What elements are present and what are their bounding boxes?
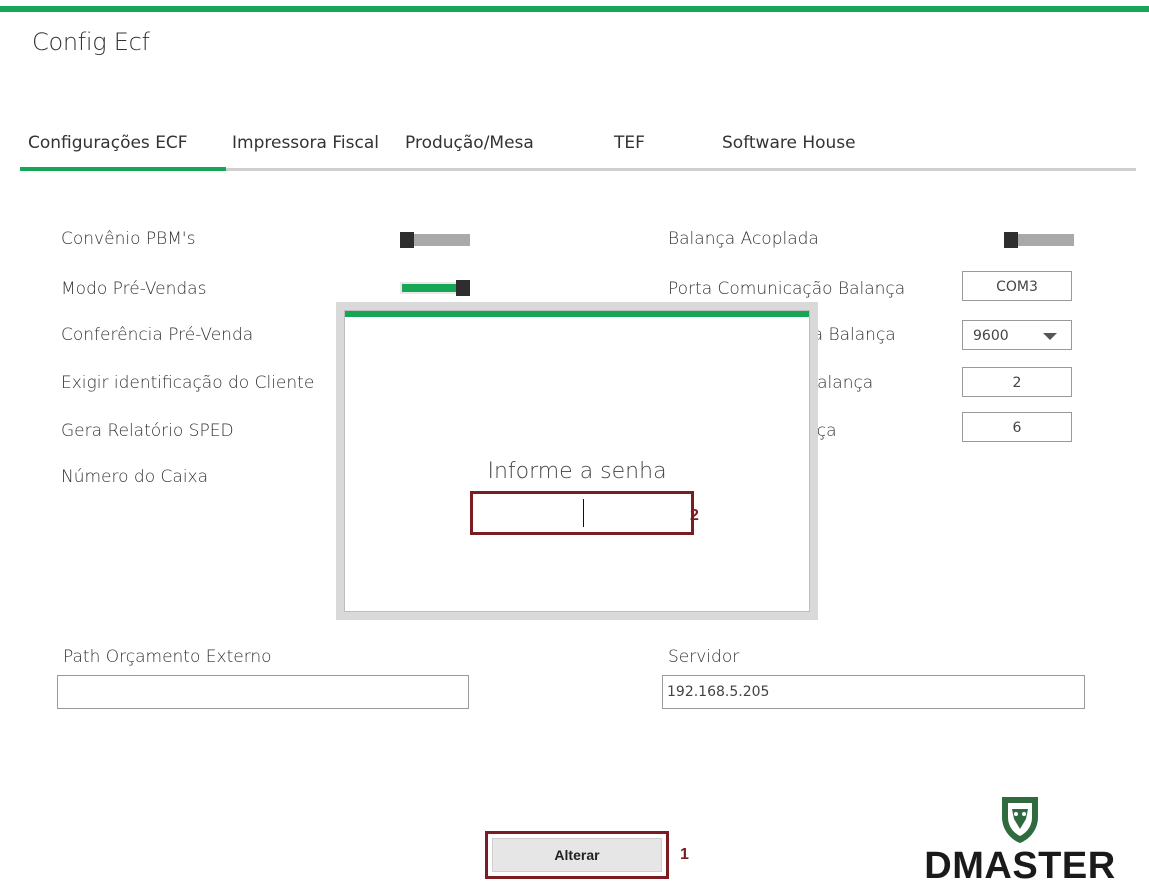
dmaster-logo: DMASTER xyxy=(900,795,1140,895)
toggle-knob xyxy=(1004,232,1018,248)
step-marker-2: 2 xyxy=(690,507,699,524)
toggle-knob xyxy=(400,232,414,248)
porta-comunicacao-label: Porta Comunicação Balança xyxy=(668,279,906,299)
tab-tef[interactable]: TEF xyxy=(614,133,645,153)
toggle-knob xyxy=(456,280,470,296)
path-orcamento-input[interactable] xyxy=(57,675,469,709)
password-prompt: Informe a senha xyxy=(487,459,667,484)
balanca-acoplada-toggle[interactable] xyxy=(1004,232,1074,248)
tab-software-house[interactable]: Software House xyxy=(722,133,856,153)
tab-impressora-fiscal[interactable]: Impressora Fiscal xyxy=(232,133,379,153)
velocidade-porta-select[interactable]: 9600 xyxy=(962,320,1072,350)
step-marker-1: 1 xyxy=(680,846,689,863)
alterar-button[interactable]: Alterar xyxy=(492,838,662,872)
tab-configuracoes-ecf[interactable]: Configurações ECF xyxy=(28,133,188,153)
tab-bar: Configurações ECF Impressora Fiscal Prod… xyxy=(20,128,1136,174)
balanca-field-2-input[interactable]: 2 xyxy=(962,367,1072,397)
alterar-highlight: Alterar xyxy=(485,831,669,879)
tab-producao-mesa[interactable]: Produção/Mesa xyxy=(405,133,534,153)
balanca-acoplada-label: Balança Acoplada xyxy=(668,229,819,249)
dialog-accent-bar xyxy=(345,311,809,317)
active-tab-indicator xyxy=(20,167,226,171)
gera-relatorio-sped-label: Gera Relatório SPED xyxy=(61,421,234,441)
logo-wordmark: DMASTER xyxy=(924,845,1116,887)
velocidade-porta-value: 9600 xyxy=(973,328,1009,344)
exigir-identificacao-label: Exigir identificação do Cliente xyxy=(61,373,315,393)
password-dialog-frame: Informe a senha xyxy=(336,302,818,620)
path-orcamento-label: Path Orçamento Externo xyxy=(63,647,272,667)
password-dialog: Informe a senha xyxy=(344,310,810,612)
numero-caixa-label: Número do Caixa xyxy=(61,467,209,487)
porta-comunicacao-field[interactable]: COM3 xyxy=(962,271,1072,301)
password-input[interactable] xyxy=(470,491,694,535)
chevron-down-icon xyxy=(1043,333,1057,340)
modo-pre-vendas-label: Modo Pré-Vendas xyxy=(61,279,207,299)
lion-shield-icon xyxy=(1002,797,1038,843)
convenio-pbm-label: Convênio PBM's xyxy=(61,229,196,249)
servidor-label: Servidor xyxy=(668,647,740,667)
conferencia-pre-venda-label: Conferência Pré-Venda xyxy=(61,325,254,345)
convenio-pbm-toggle[interactable] xyxy=(400,232,470,248)
velocidade-porta-label: ta Balança xyxy=(806,325,896,345)
modo-pre-vendas-toggle[interactable] xyxy=(400,280,470,296)
servidor-input[interactable]: 192.168.5.205 xyxy=(662,675,1085,709)
text-caret xyxy=(583,499,584,527)
top-accent-bar xyxy=(0,6,1149,12)
page-title: Config Ecf xyxy=(32,28,150,56)
balanca-field-3-input[interactable]: 6 xyxy=(962,412,1072,442)
